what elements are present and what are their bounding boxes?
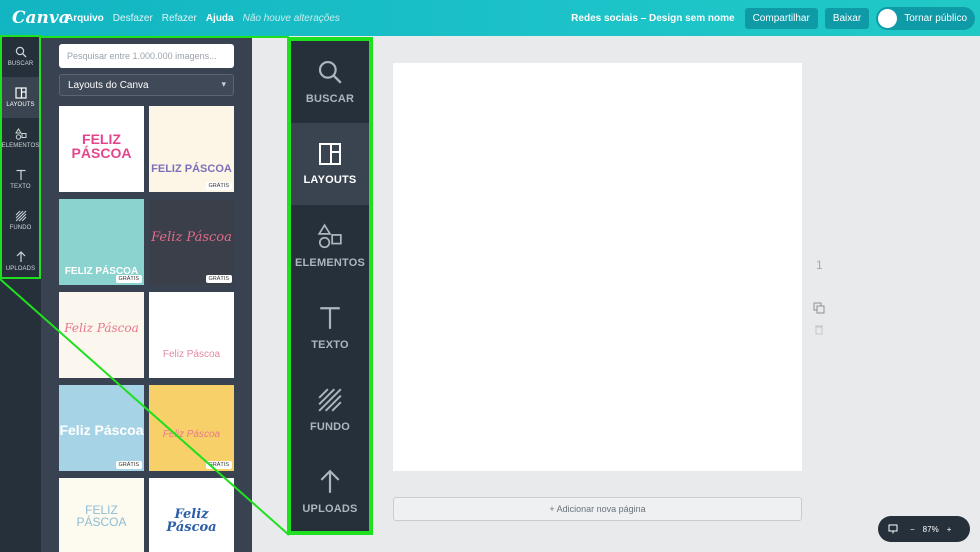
big-nav-label: LAYOUTS [303,174,357,186]
upload-icon [320,469,340,493]
big-nav-label: BUSCAR [305,93,355,105]
big-nav-texto: TEXTO [291,287,369,369]
text-icon [320,307,340,329]
layouts-icon [319,143,341,165]
enlarged-nav-callout: BUSCAR LAYOUTS ELEMENTOS TEXTO FUNDO UPL… [287,37,373,535]
big-nav-label: ELEMENTOS [294,257,366,269]
big-nav-elementos: ELEMENTOS [291,205,369,287]
big-nav-fundo: FUNDO [291,369,369,451]
shapes-icon [317,223,342,249]
background-icon [318,388,342,412]
big-nav-buscar: BUSCAR [291,41,369,123]
search-icon [318,60,342,84]
big-nav-layouts: LAYOUTS [291,123,369,205]
big-nav-label: TEXTO [311,339,349,351]
big-nav-label: UPLOADS [302,503,358,515]
big-nav-uploads: UPLOADS [291,451,369,533]
zoom-connector-lines [0,36,290,536]
big-nav-label: FUNDO [309,421,351,433]
